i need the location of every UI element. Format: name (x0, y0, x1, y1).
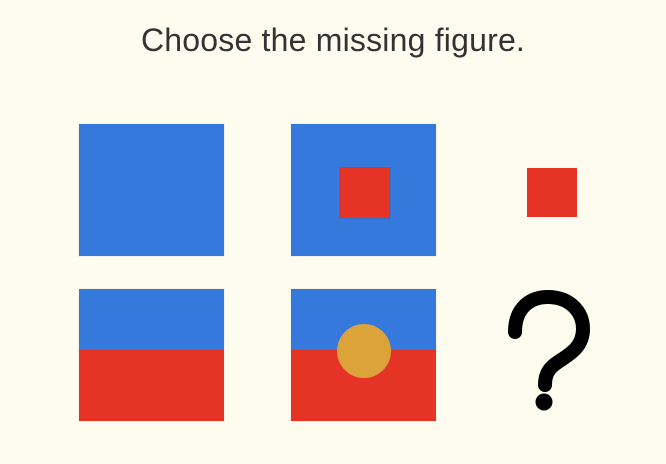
cell-1-2-blue-square-with-red-square (291, 124, 436, 256)
yellow-circle (337, 324, 391, 378)
missing-figure-question-mark (497, 290, 592, 415)
red-bottom-half (79, 350, 224, 421)
cell-1-1-blue-square (79, 124, 224, 256)
small-red-square (340, 168, 390, 218)
puzzle-title: Choose the missing figure. (140, 22, 526, 58)
cell-2-2-blue-red-split-with-circle (291, 289, 436, 421)
cell-2-1-blue-red-split (79, 289, 224, 421)
cell-1-3-red-square (527, 168, 577, 217)
question-mark-icon (508, 290, 590, 411)
